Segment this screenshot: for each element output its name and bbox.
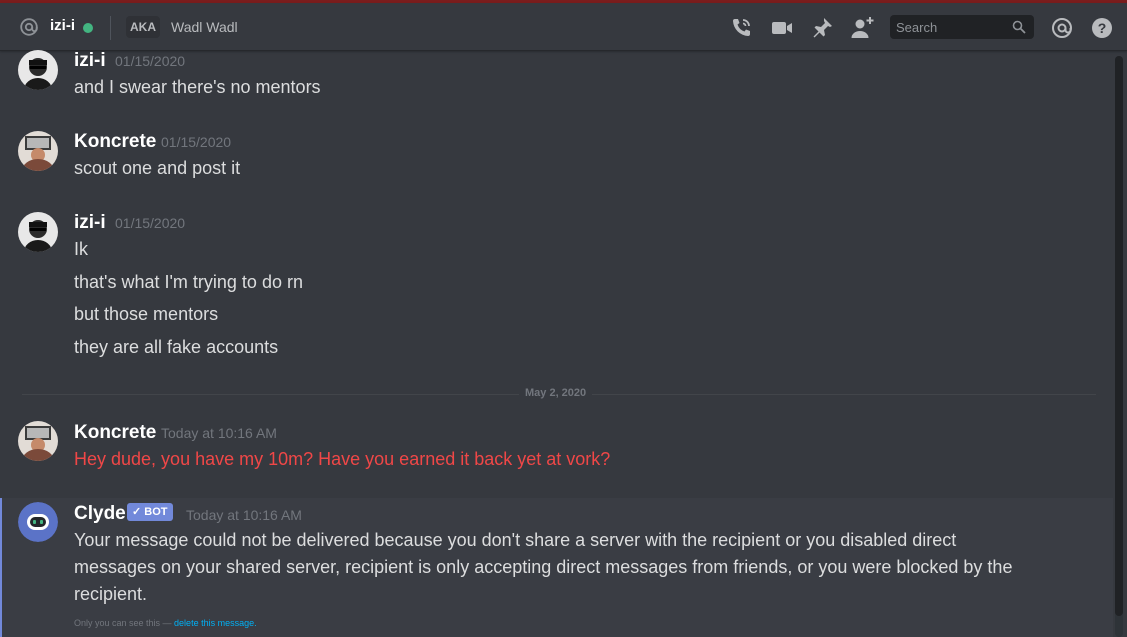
ephemeral-note-text: Only you can see this — [74,618,175,628]
bot-badge: ✓ BOT [127,503,173,521]
help-icon[interactable]: ? [1090,16,1114,40]
scrollbar-track[interactable] [1115,56,1123,637]
search-icon [1012,20,1026,34]
mention-icon[interactable] [1050,16,1074,40]
bot-badge-label: BOT [144,506,168,518]
date-divider-label: May 2, 2020 [519,387,593,399]
channel-header: izi-i AKA Wadl Wadl ? [0,3,1127,51]
message-author[interactable]: Koncrete [74,422,156,444]
call-icon[interactable] [729,16,753,40]
svg-text:?: ? [1098,20,1107,36]
nickname: Wadl Wadl [171,19,238,35]
online-status-dot [83,23,93,33]
ephemeral-note: Only you can see this — delete this mess… [74,618,257,628]
message-text: that's what I'm trying to do rn [74,272,303,292]
message-text: Ik [74,239,89,259]
message-text: and I swear there's no mentors [74,77,321,97]
message-timestamp: 01/15/2020 [115,215,186,231]
message-author[interactable]: izi-i [74,212,106,234]
avatar[interactable] [18,212,58,252]
avatar[interactable] [18,50,58,90]
message-author[interactable]: Koncrete [74,131,156,153]
failed-message-text: Hey dude, you have my 10m? Have you earn… [74,449,611,469]
message-list: izi-i 01/15/2020 and I swear there's no … [0,50,1113,637]
search-box[interactable] [890,15,1034,39]
message-author[interactable]: izi-i [74,50,106,72]
message-timestamp: Today at 10:16 AM [161,425,277,441]
channel-name: izi-i [50,17,75,34]
search-input[interactable] [890,15,1010,39]
message-text: scout one and post it [74,158,241,178]
message-timestamp: 01/15/2020 [161,134,232,150]
pin-icon[interactable] [810,16,834,40]
message-timestamp: Today at 10:16 AM [186,507,302,523]
message-text: recipient. [74,584,148,604]
avatar[interactable] [18,421,58,461]
message-timestamp: 01/15/2020 [115,53,186,69]
delete-message-link[interactable]: delete this message. [174,618,257,628]
header-divider [110,16,111,40]
add-friend-icon[interactable] [850,16,874,40]
avatar[interactable] [18,131,58,171]
scrollbar-thumb[interactable] [1115,56,1123,616]
message-text: Your message could not be delivered beca… [74,530,957,550]
video-icon[interactable] [770,16,794,40]
message-author[interactable]: Clyde [74,503,126,525]
message-text: they are all fake accounts [74,337,279,357]
at-icon [20,18,38,36]
clyde-avatar[interactable] [18,502,58,542]
aka-badge: AKA [126,16,160,38]
message-text: but those mentors [74,304,219,324]
message-text: messages on your shared server, recipien… [74,557,1013,577]
